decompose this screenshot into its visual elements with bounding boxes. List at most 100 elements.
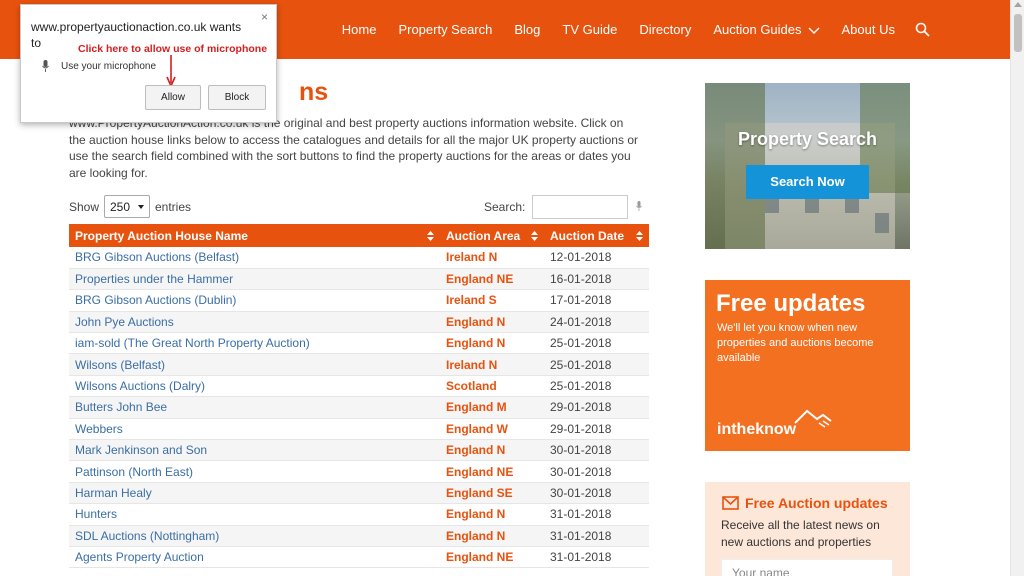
auction-area: England W	[440, 418, 544, 441]
auction-house-link[interactable]: Webbers	[69, 418, 440, 441]
auction-house-link[interactable]: iam-sold (The Great North Property Aucti…	[69, 332, 440, 355]
table-row: Webbers England W 29-01-2018	[69, 418, 649, 441]
auction-date: 24-01-2018	[544, 311, 649, 334]
auction-date: 16-01-2018	[544, 268, 649, 291]
table-body: BRG Gibson Auctions (Belfast) Ireland N 12…	[69, 247, 649, 569]
auction-house-link[interactable]: Agents Property Auction	[69, 546, 440, 569]
auction-house-link[interactable]: Properties under the Hammer	[69, 268, 440, 291]
auction-house-link[interactable]: Hunters	[69, 503, 440, 526]
microphone-icon[interactable]	[636, 201, 642, 211]
auction-date: 30-01-2018	[544, 460, 649, 483]
auction-updates-text: Receive all the latest news on new aucti…	[721, 518, 880, 549]
free-updates-text: We'll let you know when new properties a…	[717, 322, 874, 364]
name-field[interactable]: Your name	[721, 559, 893, 576]
auction-house-link[interactable]: Wilsons Auctions (Dalry)	[69, 375, 440, 398]
auction-house-link[interactable]: John Pye Auctions	[69, 311, 440, 334]
auction-area: England M	[440, 396, 544, 419]
auction-area: Ireland S	[440, 289, 544, 312]
table-row: iam-sold (The Great North Property Aucti…	[69, 332, 649, 355]
free-updates-banner[interactable]: Free updates We'll let you know when new…	[705, 280, 910, 451]
auction-date: 25-01-2018	[544, 353, 649, 376]
nav-tv-guide[interactable]: TV Guide	[562, 22, 617, 37]
table-row: Harman Healy England SE 30-01-2018	[69, 482, 649, 505]
search-now-button[interactable]: Search Now	[746, 165, 869, 199]
free-updates-title: Free updates	[716, 290, 866, 317]
microphone-permission-popup: www.propertyauctionaction.co.uk wants to…	[20, 4, 277, 123]
table-row: Hunters England N 31-01-2018	[69, 503, 649, 526]
sort-icon	[427, 231, 434, 241]
column-header-name-label: Property Auction House Name	[75, 228, 248, 243]
nav-property-search[interactable]: Property Search	[398, 22, 492, 37]
auction-house-link[interactable]: Mark Jenkinson and Son	[69, 439, 440, 462]
auction-date: 31-01-2018	[544, 525, 649, 547]
auction-house-link[interactable]: Wilsons (Belfast)	[69, 353, 440, 376]
auction-date: 17-01-2018	[544, 289, 649, 312]
auction-house-link[interactable]: SDL Auctions (Nottingham)	[69, 525, 440, 547]
allow-button[interactable]: Allow	[145, 85, 201, 110]
scrollbar-thumb[interactable]	[1014, 14, 1022, 52]
auction-area: England N	[440, 525, 544, 547]
table-row: Wilsons (Belfast) Ireland N 25-01-2018	[69, 353, 649, 376]
sort-icon	[531, 231, 538, 241]
property-search-title: Property Search	[737, 129, 878, 149]
auction-date: 29-01-2018	[544, 418, 649, 441]
auction-house-link[interactable]: Pattinson (North East)	[69, 460, 440, 483]
table-row: John Pye Auctions England N 24-01-2018	[69, 311, 649, 334]
column-header-area[interactable]: Auction Area	[440, 224, 544, 247]
auction-area: England SE	[440, 482, 544, 505]
auction-house-link[interactable]: Butters John Bee	[69, 396, 440, 419]
caret-down-icon	[138, 205, 144, 209]
page-title: ns	[299, 78, 329, 106]
scroll-up-arrow-icon[interactable]	[1014, 2, 1022, 7]
table-row: BRG Gibson Auctions (Belfast) Ireland N 12…	[69, 247, 649, 269]
search-icon[interactable]	[915, 22, 930, 37]
microphone-icon	[42, 60, 49, 72]
table-row: SDL Auctions (Nottingham) England N 31-01-…	[69, 525, 649, 547]
house-roof-icon	[794, 409, 832, 428]
block-button[interactable]: Block	[208, 85, 266, 110]
auction-house-link[interactable]: BRG Gibson Auctions (Dublin)	[69, 289, 440, 312]
auction-area: Ireland N	[440, 353, 544, 376]
page-scrollbar[interactable]	[1010, 0, 1024, 576]
entries-per-page-select[interactable]: 250	[104, 195, 150, 218]
auction-area: England N	[440, 311, 544, 334]
auction-area: England N	[440, 332, 544, 355]
show-label: Show	[69, 200, 100, 214]
table-row: Pattinson (North East) England NE 30-01-20…	[69, 460, 649, 483]
nav-directory[interactable]: Directory	[639, 22, 691, 37]
chevron-down-icon	[808, 27, 820, 34]
permission-label: Use your microphone	[61, 61, 157, 72]
window-photo	[875, 213, 889, 233]
nav-blog[interactable]: Blog	[514, 22, 540, 37]
auction-area: England N	[440, 439, 544, 462]
auction-date: 31-01-2018	[544, 546, 649, 569]
auction-house-link[interactable]: BRG Gibson Auctions (Belfast)	[69, 247, 440, 269]
table-search-input[interactable]	[532, 195, 628, 219]
table-controls: Show 250 entries Search:	[69, 195, 649, 219]
auctions-table: Property Auction House Name Auction Area…	[69, 224, 649, 569]
auction-area: England NE	[440, 268, 544, 291]
nav-auction-guides[interactable]: Auction Guides	[713, 22, 820, 37]
auction-area: England NE	[440, 546, 544, 569]
sort-icon	[636, 231, 643, 241]
table-row: Mark Jenkinson and Son England N 30-01-201…	[69, 439, 649, 462]
auction-date: 30-01-2018	[544, 439, 649, 462]
table-row: Agents Property Auction England NE 31-01-2…	[69, 546, 649, 569]
nav-about-us[interactable]: About Us	[842, 22, 895, 37]
intheknow-logo: intheknow	[717, 421, 797, 438]
auction-area: England NE	[440, 460, 544, 483]
auction-date: 12-01-2018	[544, 247, 649, 269]
search-label: Search:	[484, 200, 526, 214]
column-header-name[interactable]: Property Auction House Name	[69, 224, 440, 247]
auction-house-link[interactable]: Harman Healy	[69, 482, 440, 505]
auction-area: Ireland N	[440, 247, 544, 269]
auction-date: 30-01-2018	[544, 482, 649, 505]
column-header-area-label: Auction Area	[446, 228, 521, 243]
property-search-banner[interactable]: Property Search Search Now	[705, 83, 910, 249]
annotation-text: Click here to allow use of microphone	[78, 43, 268, 55]
auction-date: 29-01-2018	[544, 396, 649, 419]
close-icon[interactable]: ×	[261, 11, 268, 23]
nav-home[interactable]: Home	[342, 22, 377, 37]
intro-text: www.PropertyAuctionAction.co.uk is the o…	[69, 116, 638, 180]
column-header-date[interactable]: Auction Date	[544, 224, 649, 247]
